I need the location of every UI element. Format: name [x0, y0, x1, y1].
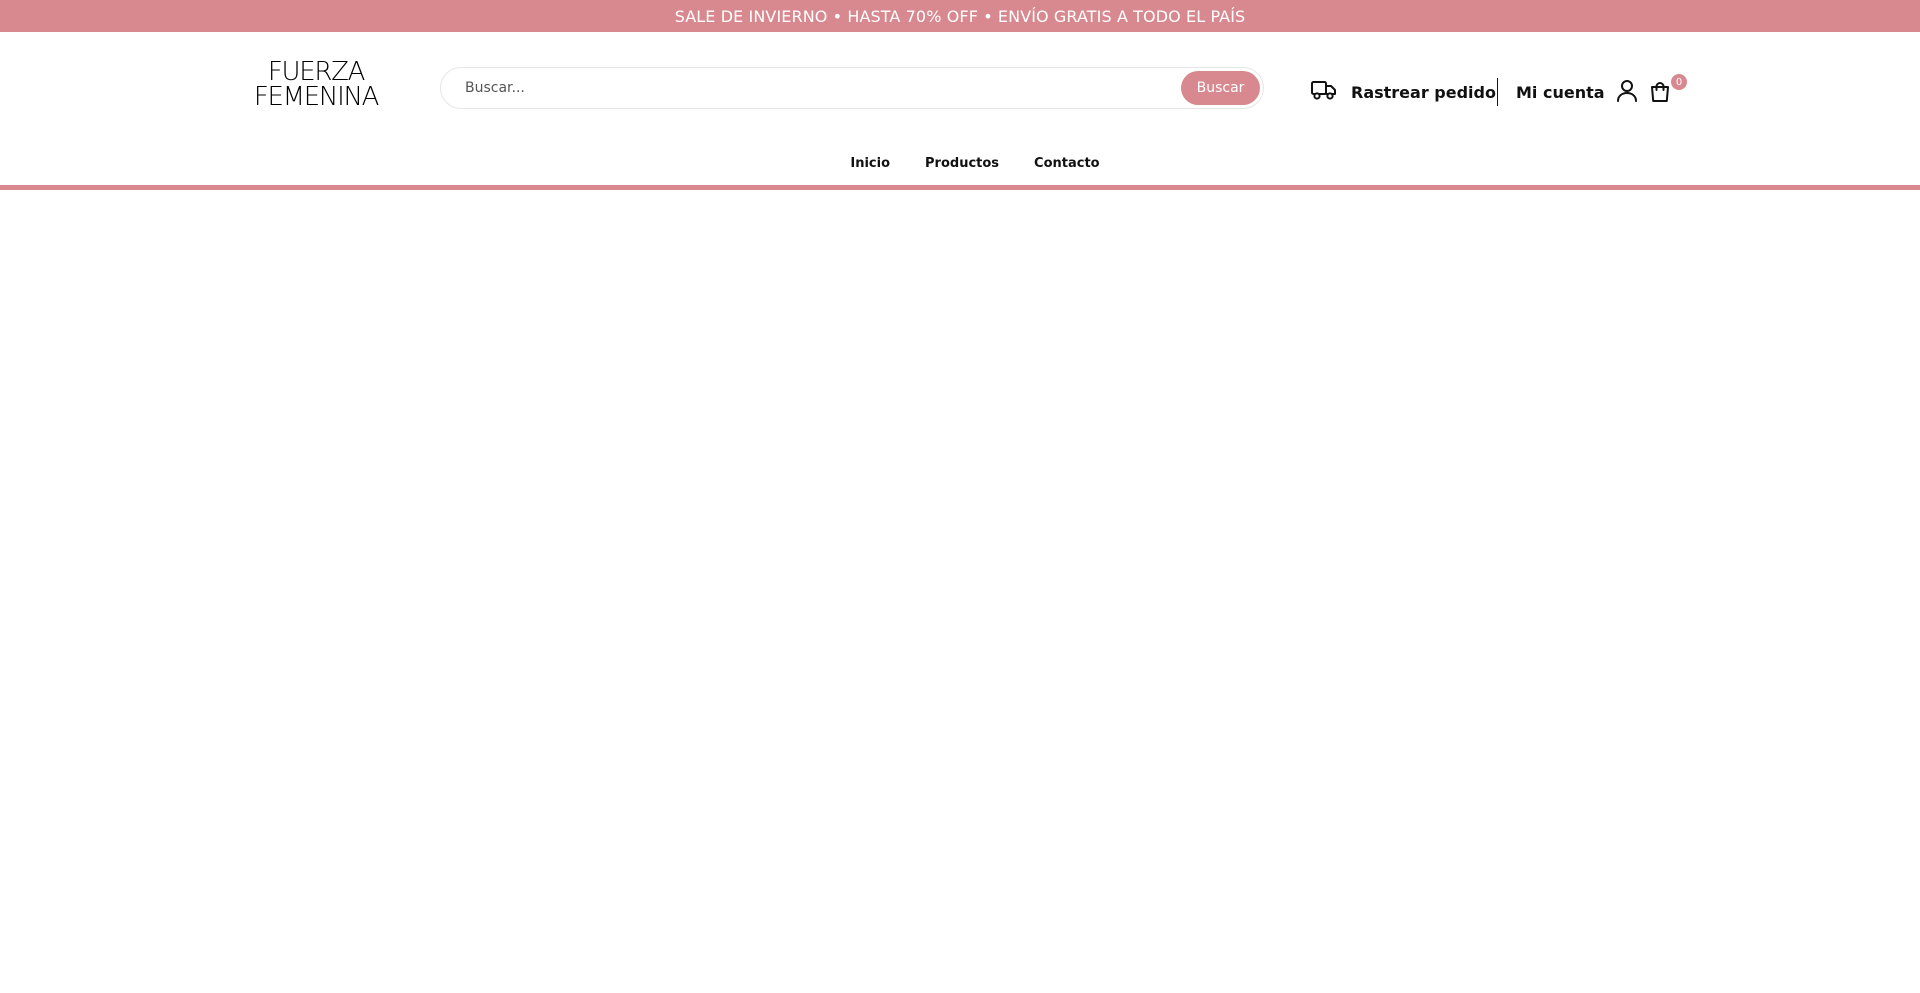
announcement-text: SALE DE INVIERNO • HASTA 70% OFF • ENVÍO…	[674, 6, 1246, 26]
logo-line-2: FEMENINA	[253, 82, 380, 112]
header-divider	[1497, 78, 1498, 106]
shopping-bag-icon	[1648, 80, 1672, 108]
account-link[interactable]: Mi cuenta	[1516, 78, 1639, 106]
site-logo[interactable]: FUERZA FEMENINA	[249, 58, 383, 112]
track-order-label: Rastrear pedido	[1351, 82, 1496, 102]
cart-button[interactable]: 0	[1648, 74, 1688, 108]
user-icon	[1615, 78, 1639, 106]
main-content-area	[0, 190, 1920, 993]
search-input[interactable]	[465, 68, 1165, 108]
cart-count-badge: 0	[1671, 74, 1687, 90]
search-bar: Buscar	[440, 67, 1264, 109]
track-order-link[interactable]: Rastrear pedido	[1311, 78, 1496, 106]
nav-item-contacto[interactable]: Contacto	[1034, 152, 1100, 176]
truck-icon	[1311, 79, 1337, 105]
main-nav: Inicio Productos Contacto	[0, 152, 1920, 176]
search-button[interactable]: Buscar	[1181, 71, 1260, 105]
account-label: Mi cuenta	[1516, 82, 1605, 102]
nav-item-inicio[interactable]: Inicio	[850, 152, 890, 176]
nav-item-productos[interactable]: Productos	[925, 152, 999, 176]
announcement-bar: SALE DE INVIERNO • HASTA 70% OFF • ENVÍO…	[0, 0, 1920, 32]
